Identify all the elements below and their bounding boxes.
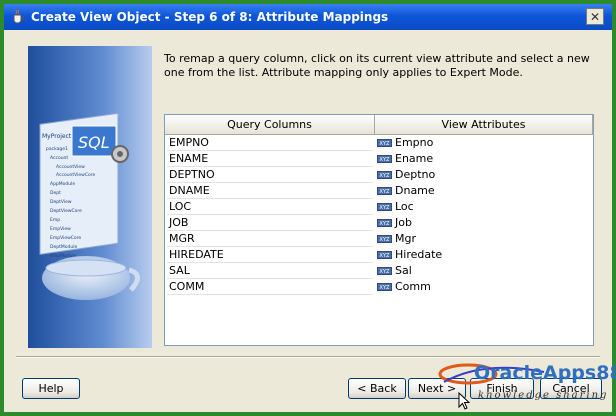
mouse-cursor-icon (458, 392, 470, 410)
attribute-mapping-table: Query Columns View Attributes EMPNO XYZ Em… (164, 114, 594, 346)
table-row: EMPNO XYZ Empno (165, 135, 593, 151)
query-column-cell: DEPTNO (167, 167, 373, 183)
finish-button-label: Finish (486, 382, 518, 395)
tree-item: DeptModule (50, 244, 77, 250)
query-column-cell: DNAME (167, 183, 373, 199)
table-row: ENAME XYZ Ename (165, 151, 593, 167)
query-column-cell: JOB (167, 215, 373, 231)
view-attribute-label: Job (395, 216, 412, 229)
tree-item: Account (50, 155, 68, 161)
sql-label: SQL (78, 133, 110, 152)
next-button-label: Next > (417, 382, 457, 395)
app-icon (13, 9, 25, 24)
view-attribute-cell[interactable]: XYZ Mgr (377, 231, 591, 247)
title-bar: Create View Object - Step 6 of 8: Attrib… (4, 4, 612, 30)
table-row: DEPTNO XYZ Deptno (165, 167, 593, 183)
attribute-icon: XYZ (377, 235, 392, 243)
window-title: Create View Object - Step 6 of 8: Attrib… (31, 10, 389, 24)
back-button-label: < Back (357, 382, 397, 395)
dialog-window: Create View Object - Step 6 of 8: Attrib… (0, 0, 616, 416)
tree-item: DeptViewCore (50, 208, 82, 214)
tree-item: AccountView (56, 164, 85, 170)
tree-item: DeptView (50, 199, 72, 205)
view-attribute-cell[interactable]: XYZ Hiredate (377, 247, 591, 263)
back-button[interactable]: < Back (348, 378, 406, 399)
view-attribute-cell[interactable]: XYZ Dname (377, 183, 591, 199)
view-attribute-label: Ename (395, 152, 434, 165)
attribute-icon: XYZ (377, 251, 392, 259)
table-row: HIREDATE XYZ Hiredate (165, 247, 593, 263)
tree-item: Dept (50, 190, 61, 196)
instruction-text: To remap a query column, click on its cu… (164, 52, 590, 79)
view-attribute-cell[interactable]: XYZ Sal (377, 263, 591, 279)
attribute-icon: XYZ (377, 187, 392, 195)
view-attribute-label: Mgr (395, 232, 416, 245)
view-attribute-label: Comm (395, 280, 431, 293)
view-attribute-label: Dname (395, 184, 435, 197)
query-column-cell: SAL (167, 263, 373, 279)
table-row: DNAME XYZ Dname (165, 183, 593, 199)
view-attribute-label: Deptno (395, 168, 436, 181)
tree-item: package1 (46, 146, 68, 152)
close-button[interactable]: ✕ (586, 8, 604, 25)
footer-divider (16, 356, 600, 358)
view-attribute-label: Hiredate (395, 248, 443, 261)
attribute-icon: XYZ (377, 155, 392, 163)
wizard-illustration: MyProject1 package1 Account AccountView … (28, 46, 152, 348)
view-attribute-cell[interactable]: XYZ Ename (377, 151, 591, 167)
column-header-view[interactable]: View Attributes (375, 115, 593, 135)
tree-item: AppModule (50, 181, 75, 187)
table-row: JOB XYZ Job (165, 215, 593, 231)
help-button[interactable]: Help (22, 378, 80, 399)
tree-item: Emp (50, 217, 60, 223)
project-tree-illustration: MyProject1 package1 Account AccountView … (28, 46, 152, 348)
query-column-cell: EMPNO (167, 135, 373, 151)
attribute-icon: XYZ (377, 171, 392, 179)
tree-item: AccountViewCore (56, 172, 95, 178)
tree-item: EmpViewCore (50, 235, 81, 241)
view-attribute-cell[interactable]: XYZ Loc (377, 199, 591, 215)
tree-item: EmpView (50, 226, 71, 232)
help-button-label: Help (38, 382, 64, 395)
tree-header: MyProject1 (42, 133, 75, 140)
attribute-icon: XYZ (377, 267, 392, 275)
close-icon: ✕ (589, 10, 601, 24)
view-attribute-cell[interactable]: XYZ Deptno (377, 167, 591, 183)
query-column-cell: ENAME (167, 151, 373, 167)
view-attribute-label: Sal (395, 264, 412, 277)
view-attribute-cell[interactable]: XYZ Empno (377, 135, 591, 151)
table-row: COMM XYZ Comm (165, 279, 593, 295)
finish-button[interactable]: Finish (470, 378, 534, 399)
attribute-icon: XYZ (377, 283, 392, 291)
attribute-icon: XYZ (377, 203, 392, 211)
attribute-icon: XYZ (377, 139, 392, 147)
attribute-icon: XYZ (377, 219, 392, 227)
query-column-cell: LOC (167, 199, 373, 215)
query-column-cell: HIREDATE (167, 247, 373, 263)
table-row: LOC XYZ Loc (165, 199, 593, 215)
table-row: MGR XYZ Mgr (165, 231, 593, 247)
view-attribute-cell[interactable]: XYZ Comm (377, 279, 591, 295)
query-column-cell: COMM (167, 279, 373, 295)
table-row: SAL XYZ Sal (165, 263, 593, 279)
cancel-button[interactable]: Cancel (540, 378, 602, 399)
table-header: Query Columns View Attributes (165, 115, 593, 135)
view-attribute-cell[interactable]: XYZ Job (377, 215, 591, 231)
column-header-query[interactable]: Query Columns (165, 115, 375, 135)
cancel-button-label: Cancel (552, 382, 590, 395)
query-column-cell: MGR (167, 231, 373, 247)
view-attribute-label: Loc (395, 200, 414, 213)
view-attribute-label: Empno (395, 136, 434, 149)
